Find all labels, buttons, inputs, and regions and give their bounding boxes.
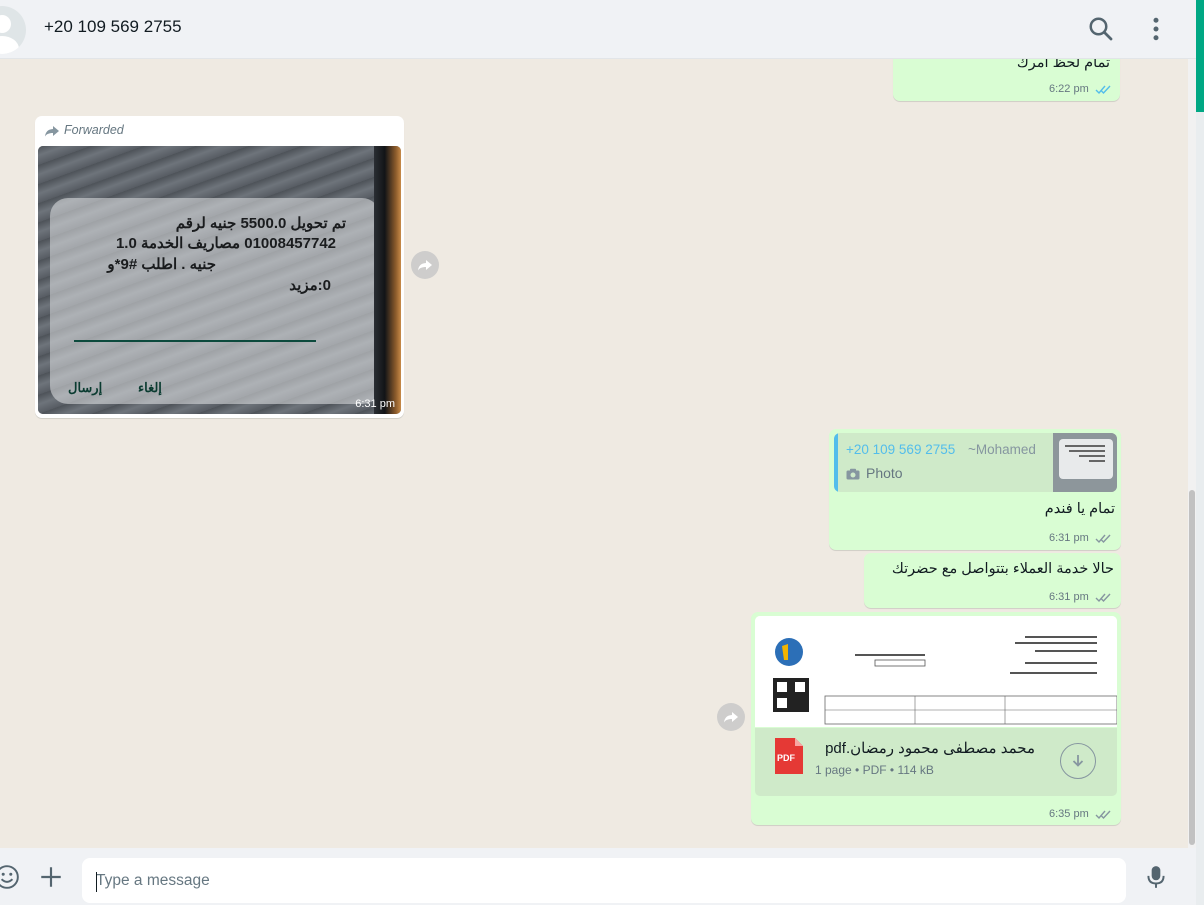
microphone-icon[interactable]: [1143, 864, 1169, 890]
compose-bar: [0, 848, 1196, 905]
attach-plus-icon[interactable]: [38, 864, 64, 890]
message-bubble-outgoing[interactable]: تمام لحظ امرك 6:22 pm: [893, 59, 1120, 101]
message-time: 6:31 pm: [1049, 532, 1089, 544]
search-icon[interactable]: [1086, 14, 1116, 44]
message-text: تمام لحظ امرك: [1016, 59, 1110, 71]
quote-type-label: Photo: [866, 465, 903, 481]
avatar-body: [0, 36, 19, 54]
forward-icon: [418, 260, 432, 271]
contact-name[interactable]: +20 109 569 2755: [44, 17, 182, 37]
message-text: حالا خدمة العملاء بتتواصل مع حضرتك: [891, 561, 1114, 577]
ussd-line-1: تم تحويل 5500.0 جنيه لرقم: [175, 215, 346, 232]
read-ticks-icon: [1095, 534, 1111, 544]
forwarded-label: Forwarded: [64, 123, 124, 137]
forwarded-arrow-icon: [45, 126, 59, 137]
document-file-name: محمد مصطفى محمود رمضان.pdf: [825, 740, 1035, 757]
ussd-send-button: إرسال: [68, 380, 103, 395]
message-bubble-outgoing[interactable]: حالا خدمة العملاء بتتواصل مع حضرتك 6:31 …: [864, 553, 1121, 608]
message-time: 6:22 pm: [1049, 83, 1089, 95]
message-photo[interactable]: تم تحويل 5500.0 جنيه لرقم 01008457742 مص…: [38, 146, 401, 414]
avatar-head: [0, 15, 11, 33]
message-text: تمام يا فندم: [1044, 501, 1115, 517]
menu-icon[interactable]: [1141, 14, 1171, 44]
camera-icon: [846, 468, 860, 480]
document-meta: 1 page • PDF • 114 kB: [815, 763, 934, 777]
document-card[interactable]: PDF محمد مصطفى محمود رمضان.pdf 1 page • …: [755, 728, 1117, 796]
ussd-line-2: 01008457742 مصاريف الخدمة 1.0: [115, 235, 336, 252]
pdf-badge: PDF: [777, 753, 795, 763]
text-caret: [96, 872, 97, 892]
document-thumbnail: [755, 616, 1117, 727]
chat-header: +20 109 569 2755: [0, 0, 1196, 59]
message-time: 6:35 pm: [1049, 808, 1089, 820]
message-input[interactable]: [82, 858, 1126, 903]
download-icon: [1072, 755, 1084, 767]
forward-icon: [724, 712, 738, 723]
read-ticks-icon: [1095, 810, 1111, 820]
message-time: 6:31 pm: [355, 398, 395, 410]
document-preview[interactable]: [755, 616, 1117, 727]
ussd-line-3: جنيه . اطلب #9*و: [107, 256, 216, 273]
contact-avatar[interactable]: [0, 6, 26, 54]
quote-accent-bar: [834, 433, 838, 492]
scrollbar-thumb[interactable]: [1189, 490, 1195, 845]
thumbnail-image: [1053, 433, 1117, 492]
window-accent-bar: [1196, 0, 1204, 112]
download-button[interactable]: [1060, 743, 1096, 779]
forward-button[interactable]: [717, 703, 745, 731]
emoji-icon[interactable]: [0, 864, 20, 890]
quote-sender-name: ~Mohamed: [968, 442, 1036, 457]
phone-edge: [374, 146, 401, 414]
message-time: 6:31 pm: [1049, 591, 1089, 603]
ussd-cancel-button: إلغاء: [138, 380, 162, 395]
ussd-line-4: 0:مزيد: [289, 277, 331, 294]
ussd-input-line: [74, 340, 316, 342]
quoted-message[interactable]: +20 109 569 2755 ~Mohamed Photo: [834, 433, 1117, 492]
read-ticks-icon: [1095, 593, 1111, 603]
quote-thumbnail: [1053, 433, 1117, 492]
forward-button[interactable]: [411, 251, 439, 279]
quote-sender-phone: +20 109 569 2755: [846, 442, 956, 457]
message-list[interactable]: تمام لحظ امرك 6:22 pm Forwarded تم تحويل…: [0, 59, 1188, 848]
read-ticks-icon: [1095, 85, 1111, 95]
window-edge: [1196, 112, 1204, 905]
